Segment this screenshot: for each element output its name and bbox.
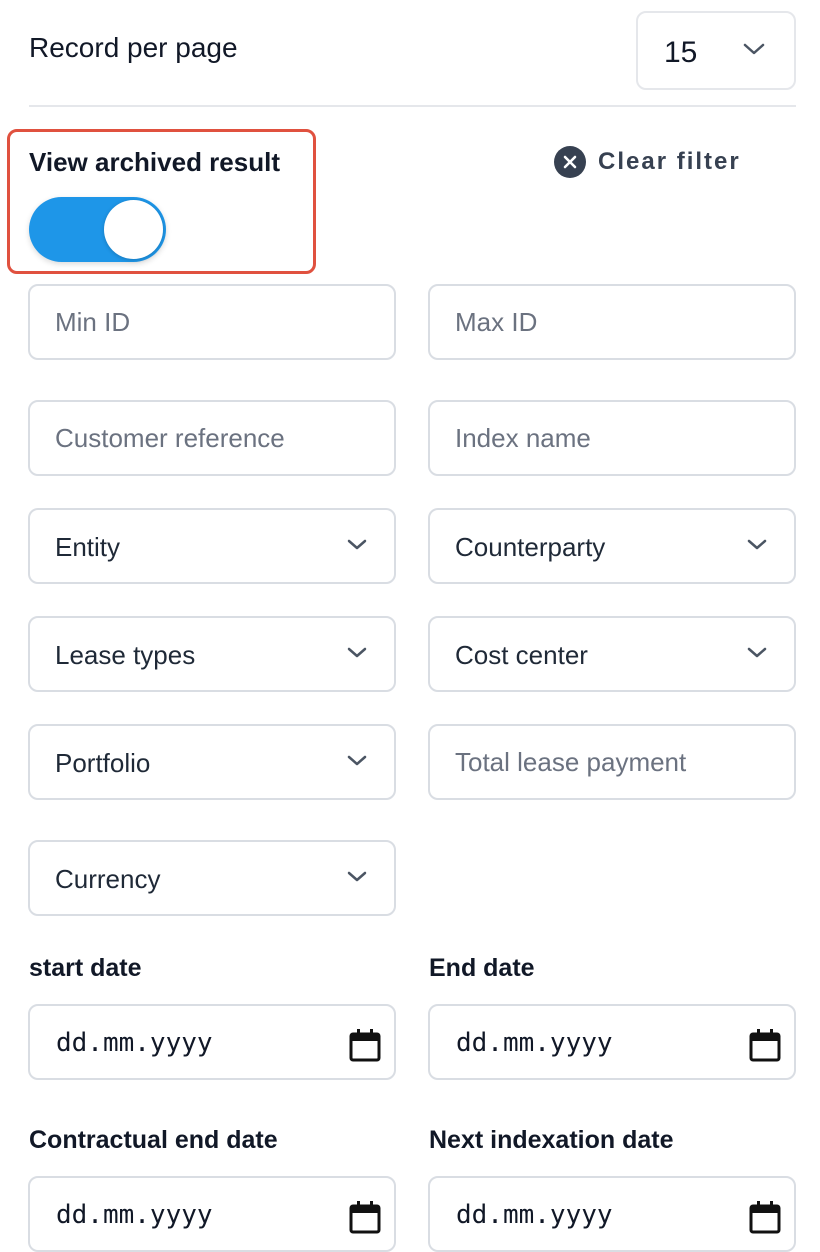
total-lease-payment-input[interactable] [430, 726, 794, 798]
calendar-icon[interactable] [749, 1200, 781, 1234]
lease-types-select-label: Lease types [55, 640, 196, 670]
cost-center-select[interactable]: Cost center [428, 616, 796, 692]
clear-filter-label: Clear filter [598, 148, 741, 175]
records-per-page-value: 15 [664, 36, 698, 69]
end-date-input[interactable]: dd.mm.yyyy [428, 1004, 796, 1080]
archived-label: View archived result [29, 147, 280, 177]
customer-reference-input[interactable] [30, 402, 394, 474]
records-per-page-label: Record per page [29, 32, 238, 63]
chevron-down-icon [747, 539, 767, 550]
contractual-end-date-label: Contractual end date [29, 1126, 278, 1154]
start-date-label: start date [29, 954, 142, 982]
toggle-knob [104, 200, 163, 259]
counterparty-select[interactable]: Counterparty [428, 508, 796, 584]
portfolio-select[interactable]: Portfolio [28, 724, 396, 800]
header-divider [29, 105, 796, 107]
customer-reference-field[interactable] [28, 400, 396, 476]
max-id-input[interactable] [430, 286, 794, 358]
clear-filter-button[interactable]: Clear filter [554, 145, 741, 179]
calendar-icon[interactable] [349, 1200, 381, 1234]
contractual-end-date-input[interactable]: dd.mm.yyyy [28, 1176, 396, 1252]
entity-select[interactable]: Entity [28, 508, 396, 584]
chevron-down-icon [747, 647, 767, 658]
total-lease-payment-field[interactable] [428, 724, 796, 800]
chevron-down-icon [347, 647, 367, 658]
next-indexation-date-value: dd.mm.yyyy [456, 1200, 613, 1230]
chevron-down-icon [743, 43, 765, 55]
index-name-field[interactable] [428, 400, 796, 476]
archived-toggle[interactable] [29, 197, 166, 262]
chevron-down-icon [347, 871, 367, 882]
contractual-end-date-value: dd.mm.yyyy [56, 1200, 213, 1230]
currency-select-label: Currency [55, 864, 161, 894]
cost-center-select-label: Cost center [455, 640, 588, 670]
end-date-label: End date [429, 954, 535, 982]
min-id-input[interactable] [30, 286, 394, 358]
next-indexation-date-input[interactable]: dd.mm.yyyy [428, 1176, 796, 1252]
lease-types-select[interactable]: Lease types [28, 616, 396, 692]
start-date-value: dd.mm.yyyy [56, 1028, 213, 1058]
start-date-input[interactable]: dd.mm.yyyy [28, 1004, 396, 1080]
calendar-icon[interactable] [749, 1028, 781, 1062]
index-name-input[interactable] [430, 402, 794, 474]
calendar-icon[interactable] [349, 1028, 381, 1062]
max-id-field[interactable] [428, 284, 796, 360]
counterparty-select-label: Counterparty [455, 532, 606, 562]
records-per-page-select[interactable]: 15 [636, 11, 796, 90]
end-date-value: dd.mm.yyyy [456, 1028, 613, 1058]
chevron-down-icon [347, 539, 367, 550]
entity-select-label: Entity [55, 532, 121, 562]
next-indexation-date-label: Next indexation date [429, 1126, 674, 1154]
min-id-field[interactable] [28, 284, 396, 360]
portfolio-select-label: Portfolio [55, 748, 151, 778]
chevron-down-icon [347, 755, 367, 766]
close-circle-icon [554, 146, 586, 178]
currency-select[interactable]: Currency [28, 840, 396, 916]
archived-toggle-group: View archived result [7, 129, 316, 274]
